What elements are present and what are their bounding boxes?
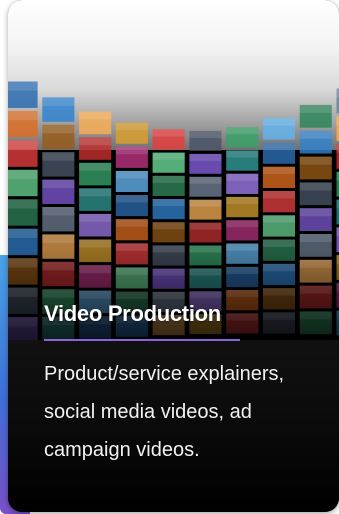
screen-glare bbox=[79, 137, 112, 146]
screen-glare bbox=[8, 81, 38, 91]
screen-glare bbox=[262, 142, 295, 150]
screen-glare bbox=[152, 199, 185, 207]
screen-glare bbox=[299, 208, 332, 217]
screen-glare bbox=[42, 207, 75, 216]
screen-glare bbox=[189, 130, 222, 138]
screen-glare bbox=[8, 169, 38, 180]
title-underline bbox=[44, 339, 240, 341]
screen-glare bbox=[152, 152, 185, 160]
screen-glare bbox=[152, 175, 185, 183]
screen-glare bbox=[42, 234, 75, 243]
screen-glare bbox=[299, 104, 332, 113]
screen-glare bbox=[115, 146, 148, 155]
card-title[interactable]: Video Production bbox=[44, 301, 221, 327]
screen-glare bbox=[79, 162, 112, 171]
screen-glare bbox=[226, 173, 259, 181]
screen-glare bbox=[42, 179, 75, 189]
screen-glare bbox=[226, 150, 259, 158]
service-card[interactable]: Video Production Product/service explain… bbox=[8, 0, 339, 512]
screen-glare bbox=[42, 152, 75, 161]
screen-glare bbox=[8, 140, 38, 150]
screen-glare bbox=[8, 199, 38, 209]
screen-glare bbox=[79, 239, 112, 248]
screen-glare bbox=[79, 213, 112, 222]
screen-glare bbox=[262, 215, 295, 223]
screen-glare bbox=[189, 176, 222, 184]
screen-glare bbox=[8, 228, 38, 238]
screen-glare bbox=[152, 129, 185, 137]
screen-glare bbox=[115, 170, 148, 179]
screen-glare bbox=[226, 196, 259, 204]
screen-glare bbox=[299, 130, 332, 139]
screen-glare bbox=[262, 239, 295, 247]
screen-glare bbox=[299, 234, 332, 242]
screen-glare bbox=[152, 222, 185, 230]
screen-glare bbox=[262, 118, 295, 126]
screen-glare bbox=[262, 191, 295, 199]
screen-glare bbox=[189, 199, 222, 207]
screen-glare bbox=[115, 122, 148, 131]
screen-glare bbox=[115, 219, 148, 227]
screen-glare bbox=[299, 156, 332, 165]
screen-glare bbox=[299, 182, 332, 191]
screen-glare bbox=[115, 195, 148, 203]
screen-glare bbox=[42, 124, 75, 134]
screen-glare bbox=[262, 166, 295, 175]
screen-glare bbox=[226, 127, 259, 135]
card-description: Product/service explainers, social media… bbox=[44, 363, 285, 461]
screen-glare bbox=[42, 97, 75, 106]
screen-glare bbox=[8, 110, 38, 121]
screen-glare bbox=[189, 153, 222, 161]
screen-glare bbox=[226, 220, 259, 228]
screen-glare bbox=[189, 222, 222, 230]
screen-glare bbox=[79, 111, 112, 120]
screen-glare bbox=[79, 188, 112, 197]
